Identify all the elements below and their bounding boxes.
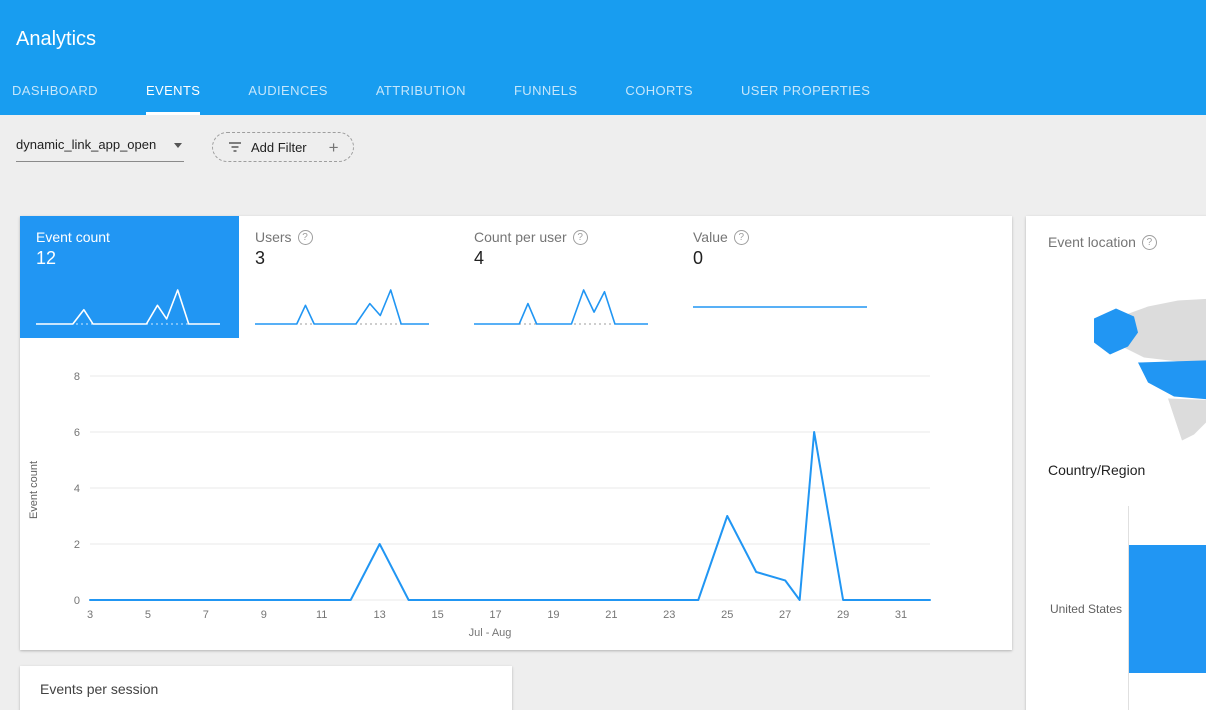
event-count-line-chart: 0 2 4 6 8 3 5 7 9 11 13 15 17 19 21 23 25 27 29 31 Jul - Aug — [60, 364, 940, 642]
y-axis-title: Event count — [28, 450, 40, 530]
add-filter-button[interactable]: Add Filter + — [212, 132, 354, 162]
tile-event-count[interactable]: Event count 12 — [20, 216, 239, 338]
svg-text:25: 25 — [721, 609, 733, 621]
svg-text:15: 15 — [431, 609, 443, 621]
svg-text:29: 29 — [837, 609, 849, 621]
tile-value-label: Value — [693, 229, 728, 245]
tile-users-label: Users — [255, 229, 292, 245]
tile-users-value: 3 — [255, 248, 442, 269]
svg-text:3: 3 — [87, 609, 93, 621]
svg-text:27: 27 — [779, 609, 791, 621]
tab-funnels[interactable]: FUNNELS — [490, 69, 601, 115]
svg-text:11: 11 — [316, 609, 327, 621]
svg-text:7: 7 — [203, 609, 209, 621]
tab-attribution[interactable]: ATTRIBUTION — [352, 69, 490, 115]
help-icon[interactable]: ? — [1142, 235, 1157, 250]
tile-event-count-label: Event count — [36, 229, 110, 245]
event-location-title: Event location — [1048, 234, 1136, 250]
app-header: Analytics DASHBOARD EVENTS AUDIENCES ATT… — [0, 0, 1206, 115]
event-select-value: dynamic_link_app_open — [16, 137, 156, 152]
country-label: United States — [1036, 602, 1122, 616]
svg-text:13: 13 — [374, 609, 386, 621]
svg-text:19: 19 — [547, 609, 559, 621]
event-metrics-card: Event count 12 Users ? 3 Count per user … — [20, 216, 1012, 650]
filter-row: dynamic_link_app_open Add Filter + — [16, 132, 354, 162]
tile-event-count-value: 12 — [36, 248, 223, 269]
events-per-session-card: Events per session — [20, 666, 512, 710]
tab-cohorts[interactable]: COHORTS — [601, 69, 717, 115]
svg-text:23: 23 — [663, 609, 675, 621]
country-bar-united-states[interactable] — [1129, 545, 1206, 673]
tile-value-value: 0 — [693, 248, 880, 269]
filter-icon — [227, 140, 243, 154]
metric-tiles: Event count 12 Users ? 3 Count per user … — [20, 216, 1012, 338]
help-icon[interactable]: ? — [734, 230, 749, 245]
event-select-dropdown[interactable]: dynamic_link_app_open — [16, 132, 184, 162]
help-icon[interactable]: ? — [298, 230, 313, 245]
map-region-mexico — [1168, 399, 1206, 441]
help-icon[interactable]: ? — [573, 230, 588, 245]
svg-text:6: 6 — [74, 427, 80, 439]
tile-users[interactable]: Users ? 3 — [239, 216, 458, 338]
tab-bar: DASHBOARD EVENTS AUDIENCES ATTRIBUTION F… — [0, 69, 894, 115]
page-title: Analytics — [16, 28, 96, 51]
tile-count-per-user[interactable]: Count per user ? 4 — [458, 216, 677, 338]
world-map — [1082, 262, 1206, 457]
map-region-united-states[interactable] — [1138, 359, 1206, 400]
event-count-chart: 0 2 4 6 8 3 5 7 9 11 13 15 17 19 21 23 25 27 29 31 Jul - Aug — [60, 364, 940, 647]
svg-text:9: 9 — [261, 609, 267, 621]
svg-text:31: 31 — [895, 609, 907, 621]
plus-icon: + — [329, 139, 339, 156]
tab-user-properties[interactable]: USER PROPERTIES — [717, 69, 894, 115]
svg-text:4: 4 — [74, 483, 80, 495]
tab-events[interactable]: EVENTS — [122, 69, 224, 115]
add-filter-label: Add Filter — [251, 140, 307, 155]
svg-text:5: 5 — [145, 609, 151, 621]
event-location-card: Event location ? Country/Region United S… — [1026, 216, 1206, 710]
svg-text:2: 2 — [74, 539, 80, 551]
tab-dashboard[interactable]: DASHBOARD — [0, 69, 122, 115]
country-region-header: Country/Region — [1048, 462, 1145, 478]
sparkline-value — [691, 282, 871, 330]
events-per-session-title: Events per session — [40, 681, 158, 697]
sparkline-users — [253, 282, 433, 330]
sparkline-count-per-user — [472, 282, 652, 330]
tile-count-per-user-value: 4 — [474, 248, 661, 269]
tile-value[interactable]: Value ? 0 — [677, 216, 896, 338]
dropdown-caret-icon — [174, 143, 182, 148]
tab-audiences[interactable]: AUDIENCES — [224, 69, 351, 115]
svg-text:0: 0 — [74, 595, 80, 607]
svg-text:17: 17 — [489, 609, 501, 621]
svg-text:Jul - Aug: Jul - Aug — [469, 627, 512, 639]
sparkline-event-count — [34, 282, 224, 330]
svg-text:8: 8 — [74, 371, 80, 383]
country-row-united-states[interactable]: United States — [1026, 545, 1206, 673]
tile-count-per-user-label: Count per user — [474, 229, 567, 245]
svg-text:21: 21 — [605, 609, 617, 621]
